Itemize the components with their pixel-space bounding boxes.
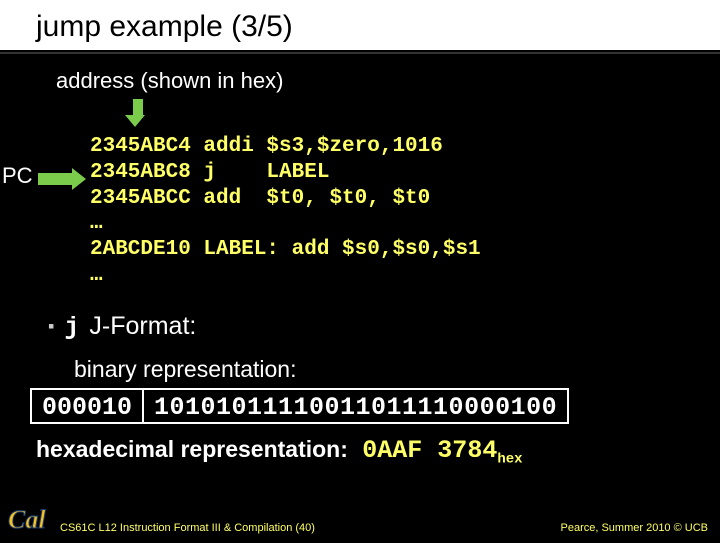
footer-right: Pearce, Summer 2010 © UCB [561,522,709,534]
address-subheading: address (shown in hex) [56,68,720,94]
bullet-square-icon: ▪ [48,316,54,337]
arrow-down-icon [130,99,145,127]
binary-opcode: 000010 [32,390,144,422]
hex-value: 0AAF 3784 [362,436,497,465]
slide-footer: CS61C L12 Instruction Format III & Compi… [0,522,720,534]
binary-representation-box: 000010 10101011110011011110000100 [30,388,569,424]
j-mnemonic: j [64,313,79,342]
hex-row: hexadecimal representation: 0AAF 3784hex [36,436,523,468]
hex-subscript: hex [497,452,522,468]
pc-label: PC [2,163,33,189]
j-format-text: J-Format: [89,312,196,341]
footer-left: CS61C L12 Instruction Format III & Compi… [60,522,315,534]
binary-representation-label: binary representation: [74,356,296,383]
j-format-bullet: ▪ j J-Format: [48,312,196,342]
binary-target: 10101011110011011110000100 [144,390,567,422]
hex-label: hexadecimal representation: [36,436,348,462]
arrow-right-icon [38,168,86,190]
assembly-code: 2345ABC4 addi $s3,$zero,1016 2345ABC8 j … [90,134,481,289]
slide-title: jump example (3/5) [0,0,720,52]
